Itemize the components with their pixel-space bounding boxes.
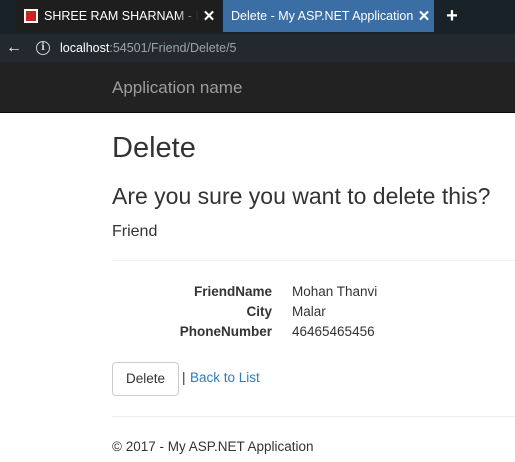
field-value: 46465465456	[292, 324, 375, 339]
field-value: Mohan Thanvi	[292, 284, 378, 299]
close-tab-icon[interactable]: ✕	[199, 7, 219, 25]
close-tab-icon[interactable]: ✕	[414, 7, 434, 25]
url-field[interactable]: localhost:54501/Friend/Delete/5	[60, 41, 237, 55]
site-navbar: Application name	[0, 62, 515, 113]
detail-row: FriendName Mohan Thanvi	[112, 283, 515, 303]
url-host: localhost	[60, 41, 110, 55]
address-bar: ← i localhost:54501/Friend/Delete/5	[0, 34, 515, 62]
back-arrow-icon[interactable]: ←	[0, 34, 28, 62]
tab-shree-ram-sharnam[interactable]: SHREE RAM SHARNAM - Inte ✕	[16, 0, 219, 32]
back-to-list-link[interactable]: Back to List	[190, 370, 260, 385]
divider	[112, 260, 515, 261]
field-label: City	[246, 304, 272, 319]
info-icon[interactable]: i	[36, 41, 50, 55]
browser-tab-strip: SHREE RAM SHARNAM - Inte ✕ Delete - My A…	[0, 0, 515, 34]
confirm-question: Are you sure you want to delete this?	[112, 183, 491, 209]
tab-title: SHREE RAM SHARNAM - Inte	[44, 9, 199, 23]
divider	[112, 416, 515, 417]
footer-text: © 2017 - My ASP.NET Application	[112, 439, 314, 454]
tab-delete-page[interactable]: Delete - My ASP.NET Application ✕	[223, 0, 434, 32]
entity-heading: Friend	[112, 223, 158, 240]
delete-button[interactable]: Delete	[112, 362, 179, 396]
field-value: Malar	[292, 304, 326, 319]
tab-title: Delete - My ASP.NET Application	[231, 9, 414, 23]
link-separator: |	[182, 370, 186, 385]
field-label: FriendName	[193, 284, 272, 299]
details-list: FriendName Mohan Thanvi City Malar Phone…	[112, 283, 515, 343]
page-title: Delete	[112, 132, 196, 164]
brand-link[interactable]: Application name	[112, 78, 242, 98]
detail-row: City Malar	[112, 303, 515, 323]
site-favicon-icon	[24, 9, 38, 23]
new-tab-button[interactable]: +	[440, 4, 464, 28]
field-label: PhoneNumber	[179, 324, 272, 339]
detail-row: PhoneNumber 46465465456	[112, 323, 515, 343]
url-path: :54501/Friend/Delete/5	[109, 41, 237, 55]
